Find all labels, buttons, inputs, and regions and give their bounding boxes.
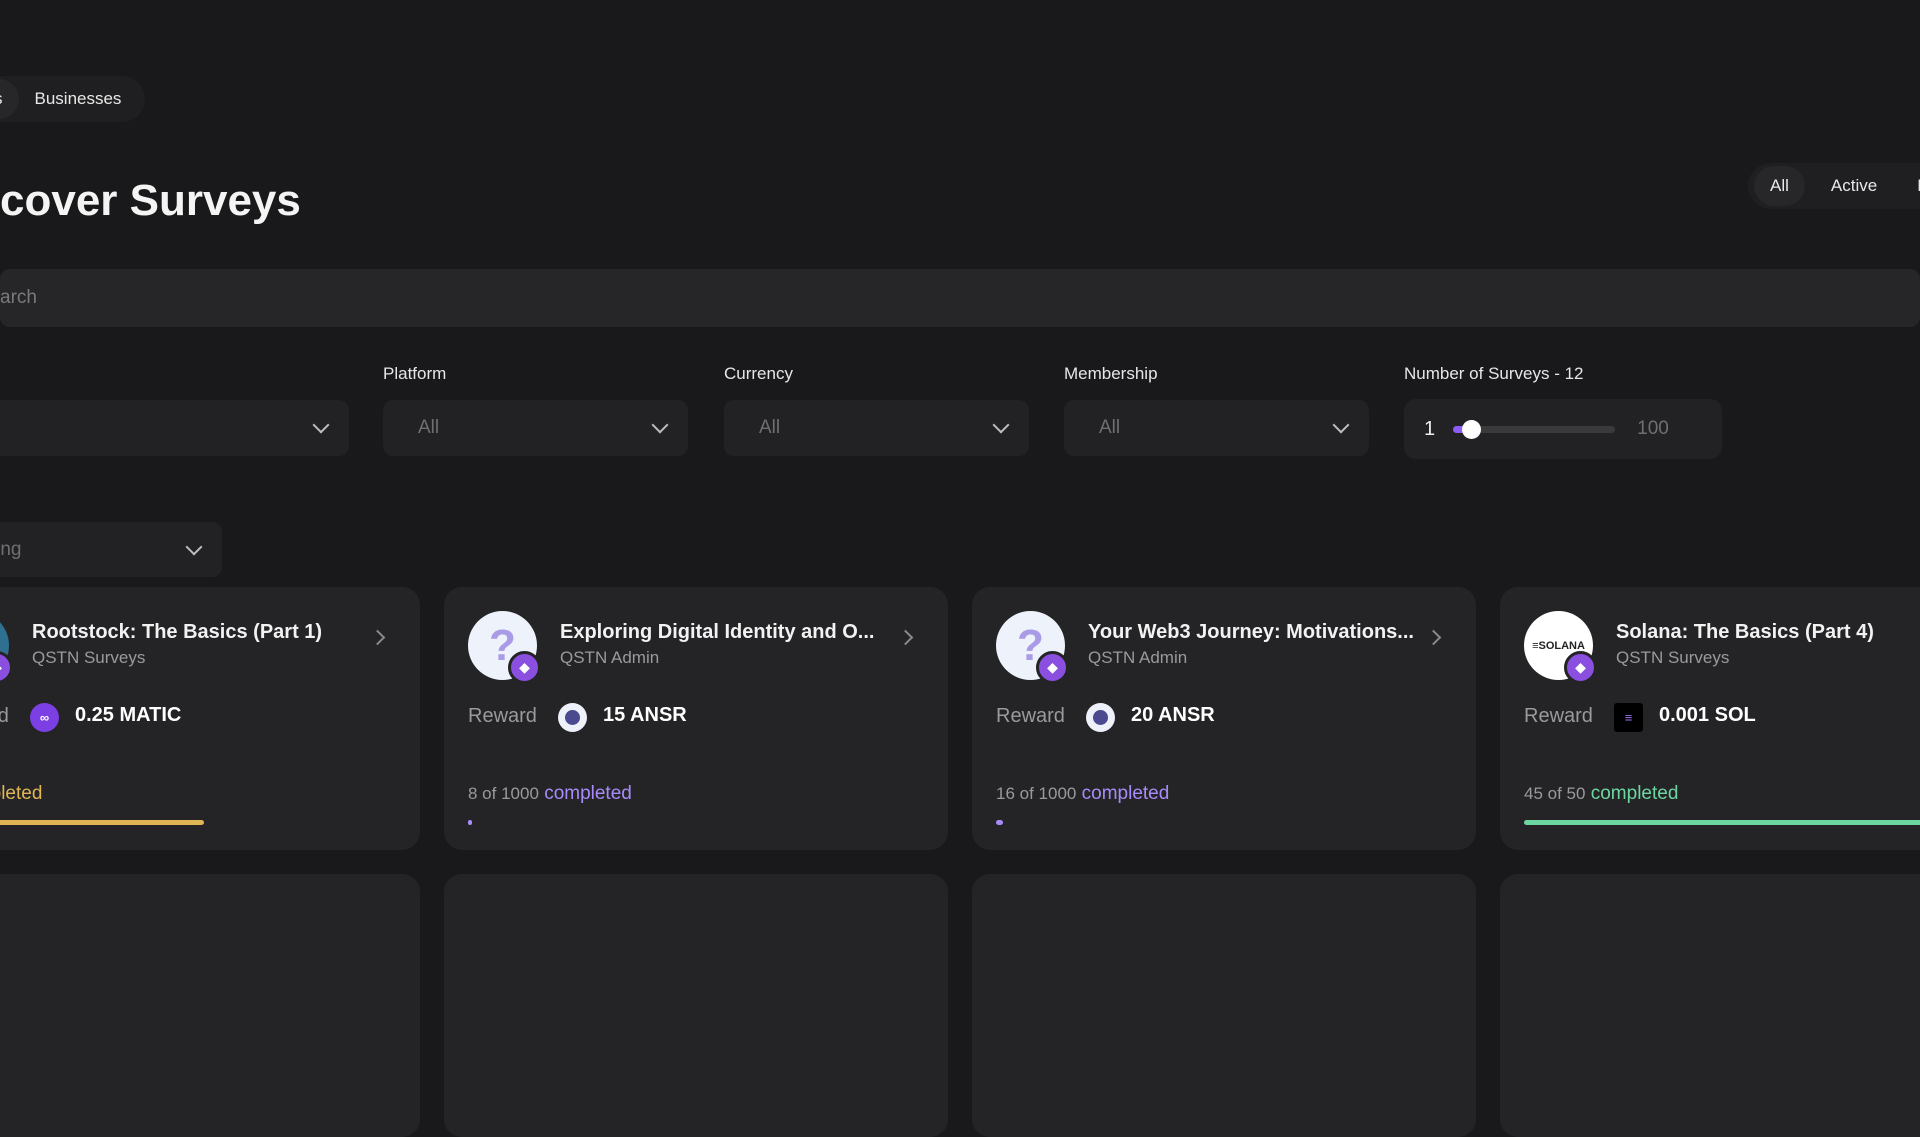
platform-dropdown[interactable]: All <box>383 400 688 456</box>
currency-value: All <box>759 417 781 438</box>
diamond-badge-icon: ◆ <box>1564 651 1597 684</box>
filter-dropdown-first[interactable] <box>0 400 349 456</box>
tab-f[interactable]: F <box>1901 166 1920 206</box>
survey-title: Solana: The Basics (Part 4) <box>1616 621 1874 643</box>
tab-all[interactable]: All <box>1754 166 1805 206</box>
survey-card-next-row[interactable] <box>1500 874 1920 1137</box>
membership-label: Membership <box>1064 364 1158 383</box>
survey-count-slider: 1 100 <box>1404 399 1722 459</box>
currency-label: Currency <box>724 364 793 383</box>
survey-author: QSTN Admin <box>1088 648 1188 667</box>
reward-label: Reward <box>0 705 9 727</box>
tab-businesses[interactable]: Businesses <box>19 79 138 119</box>
reward-label: Reward <box>996 705 1065 727</box>
reward-amount: 20 ANSR <box>1131 704 1215 726</box>
survey-title: Rootstock: The Basics (Part 1) <box>32 621 323 643</box>
progress-fill <box>996 820 1004 825</box>
reward-amount: 0.001 SOL <box>1659 704 1756 726</box>
tab-partial[interactable]: s <box>0 79 19 119</box>
survey-card[interactable]: ◆ Rootstock: The Basics (Part 1) QSTN Su… <box>0 587 420 850</box>
polygon-icon: ∞ <box>30 703 59 732</box>
survey-title: Your Web3 Journey: Motivations... <box>1088 621 1414 643</box>
reward-amount: 0.25 MATIC <box>75 704 182 726</box>
chevron-down-icon <box>312 416 330 434</box>
reward-label: Reward <box>468 705 537 727</box>
completion-count: 45 of 50 <box>1524 784 1586 803</box>
chevron-down-icon <box>651 416 669 434</box>
survey-author: QSTN Admin <box>560 648 660 667</box>
diamond-badge-icon: ◆ <box>508 651 541 684</box>
page-title: cover Surveys <box>0 176 301 225</box>
progress-fill <box>1524 820 1920 825</box>
platform-label: Platform <box>383 364 447 383</box>
membership-dropdown[interactable]: All <box>1064 400 1369 456</box>
diamond-badge-icon: ◆ <box>0 651 13 684</box>
survey-author: QSTN Surveys <box>1616 648 1730 667</box>
status-tabs: All Active F <box>1748 163 1920 209</box>
search-input[interactable]: arch <box>0 269 1920 327</box>
audience-tabs: s Businesses <box>0 76 146 122</box>
diamond-badge-icon: ◆ <box>1036 651 1069 684</box>
progress-fill <box>0 820 205 825</box>
completion-text: 0 completed <box>0 783 42 805</box>
currency-dropdown[interactable]: All <box>724 400 1029 456</box>
progress-fill <box>468 820 472 825</box>
chevron-right-icon[interactable] <box>897 629 914 646</box>
progress-bar <box>996 820 1452 825</box>
survey-title: Exploring Digital Identity and O... <box>560 621 875 643</box>
search-placeholder: arch <box>0 287 37 308</box>
slider-handle[interactable] <box>1462 419 1482 439</box>
slider-track[interactable] <box>1453 419 1616 439</box>
chevron-down-icon <box>185 538 203 555</box>
membership-value: All <box>1099 417 1121 438</box>
tab-active[interactable]: Active <box>1815 166 1893 206</box>
progress-bar <box>0 820 396 825</box>
sort-value: nding <box>0 538 22 560</box>
ansr-icon <box>1086 703 1115 732</box>
solana-icon: ≡ <box>1614 703 1643 732</box>
ansr-icon <box>558 703 587 732</box>
completion-text: 16 of 1000 completed <box>996 783 1169 805</box>
survey-card[interactable]: ≡SOLANA ◆ Solana: The Basics (Part 4) QS… <box>1500 587 1920 850</box>
chevron-right-icon[interactable] <box>1425 629 1442 646</box>
completed-label: completed <box>1081 783 1170 804</box>
survey-author: QSTN Surveys <box>32 648 146 667</box>
completed-label: completed <box>0 783 43 804</box>
completion-text: 45 of 50 completed <box>1524 783 1678 805</box>
completion-text: 8 of 1000 completed <box>468 783 632 805</box>
completion-count: 16 of 1000 <box>996 784 1077 803</box>
survey-count-label: Number of Surveys - 12 <box>1404 364 1584 383</box>
survey-card[interactable]: ? ◆ Your Web3 Journey: Motivations... QS… <box>972 587 1476 850</box>
chevron-down-icon <box>992 416 1010 434</box>
completed-label: completed <box>544 783 632 804</box>
chevron-right-icon[interactable] <box>369 629 386 646</box>
survey-card-next-row[interactable] <box>972 874 1476 1137</box>
progress-bar <box>468 820 924 825</box>
platform-value: All <box>418 417 440 438</box>
completed-label: completed <box>1590 783 1679 804</box>
reward-amount: 15 ANSR <box>603 704 687 726</box>
sort-dropdown[interactable]: nding <box>0 522 222 577</box>
survey-card-next-row[interactable] <box>444 874 948 1137</box>
progress-bar <box>1524 820 1920 825</box>
completion-count: 8 of 1000 <box>468 784 539 803</box>
survey-card[interactable]: ? ◆ Exploring Digital Identity and O... … <box>444 587 948 850</box>
reward-label: Reward <box>1524 705 1593 727</box>
slider-min: 1 <box>1424 417 1436 440</box>
survey-card-next-row[interactable] <box>0 874 420 1137</box>
chevron-down-icon <box>1332 416 1350 434</box>
slider-max: 100 <box>1637 418 1669 439</box>
